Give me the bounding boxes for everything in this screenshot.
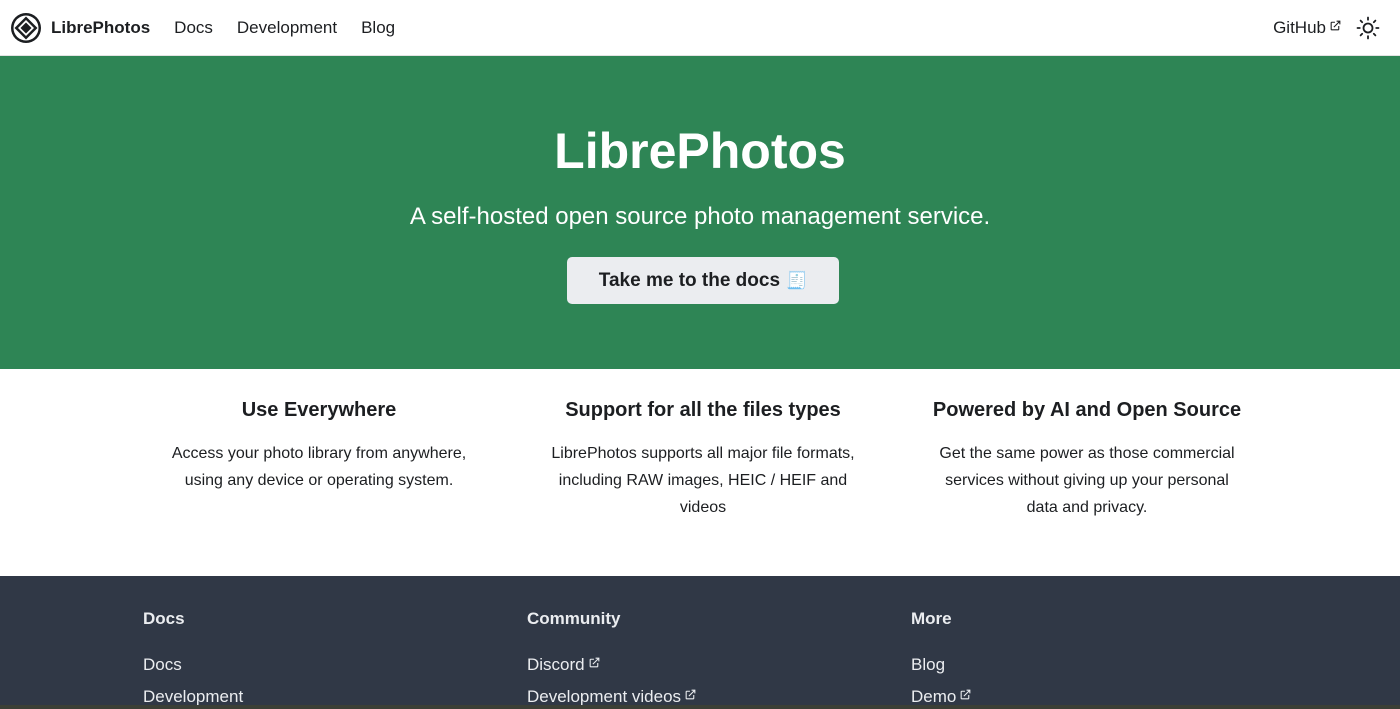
navbar: LibrePhotos Docs Development Blog GitHub — [0, 0, 1400, 56]
feature-description-line: Access your photo library from anywhere, — [171, 445, 467, 462]
footer-link-docs[interactable]: Docs — [143, 649, 503, 681]
footer-link-label: Discord — [527, 655, 585, 674]
external-link-icon — [589, 657, 599, 668]
feature-title: Use Everywhere — [241, 399, 397, 421]
feature-title: Powered by AI and Open Source — [932, 399, 1242, 421]
features-section: Use Everywhere Access your photo library… — [0, 369, 1400, 576]
footer-link-label: Development videos — [527, 687, 682, 706]
footer-column-title: More — [911, 609, 952, 628]
feature-description: Access your photo library from anywhere,… — [154, 440, 484, 494]
nav-link-github[interactable]: GitHub — [1261, 18, 1342, 38]
external-link-icon — [685, 689, 696, 700]
feature-description-line: videos — [679, 499, 727, 516]
footer-bottom-strip — [0, 705, 1400, 709]
feature-title: Support for all the files types — [565, 399, 841, 421]
brand-link[interactable]: LibrePhotos — [10, 12, 150, 44]
brand-title: LibrePhotos — [51, 17, 151, 37]
feature-ai-open-source: Powered by AI and Open Source Get the sa… — [922, 399, 1252, 521]
nav-link-development[interactable]: Development — [225, 18, 349, 38]
footer: Docs Docs Development Community Discord … — [0, 576, 1400, 709]
github-label: GitHub — [1273, 17, 1326, 37]
footer-link-blog[interactable]: Blog — [911, 649, 1271, 681]
sun-icon — [1356, 16, 1380, 39]
footer-link-discord[interactable]: Discord — [527, 649, 887, 681]
feature-description-line: using any device or operating system. — [184, 472, 454, 489]
feature-file-types: Support for all the files types LibrePho… — [538, 399, 868, 521]
docs-cta-label: Take me to the docs — [598, 269, 781, 291]
receipt-icon: 🧾 — [786, 270, 808, 290]
feature-use-everywhere: Use Everywhere Access your photo library… — [154, 399, 484, 494]
footer-column-docs: Docs Docs Development — [143, 609, 503, 709]
feature-description-line: LibrePhotos supports all major file form… — [551, 445, 855, 462]
footer-column-title: Docs — [143, 609, 185, 628]
external-link-icon — [960, 689, 971, 700]
hero-subtitle: A self-hosted open source photo manageme… — [409, 203, 991, 230]
feature-description: LibrePhotos supports all major file form… — [538, 440, 868, 521]
feature-description-line: Get the same power as those commercial — [939, 445, 1235, 462]
footer-column-title: Community — [527, 609, 621, 628]
hero-title: LibrePhotos — [554, 123, 846, 179]
feature-description-line: data and privacy. — [1026, 499, 1148, 516]
footer-column-more: More Blog Demo — [911, 609, 1271, 709]
theme-toggle-button[interactable] — [1352, 12, 1384, 44]
nav-link-blog[interactable]: Blog — [349, 18, 407, 38]
external-link-icon — [1330, 20, 1341, 30]
feature-description: Get the same power as those commercial s… — [922, 440, 1252, 521]
feature-description-line: including RAW images, HEIC / HEIF and — [558, 472, 848, 489]
navbar-right: GitHub — [1261, 12, 1390, 44]
docs-cta-button[interactable]: Take me to the docs 🧾 — [567, 257, 839, 304]
nav-link-docs[interactable]: Docs — [162, 18, 225, 38]
hero-banner: LibrePhotos A self-hosted open source ph… — [0, 56, 1400, 369]
librephotos-logo-icon — [11, 12, 41, 43]
footer-link-label: Demo — [911, 687, 957, 706]
footer-column-community: Community Discord Development videos — [527, 609, 887, 709]
feature-description-line: services without giving up your personal — [945, 472, 1229, 489]
